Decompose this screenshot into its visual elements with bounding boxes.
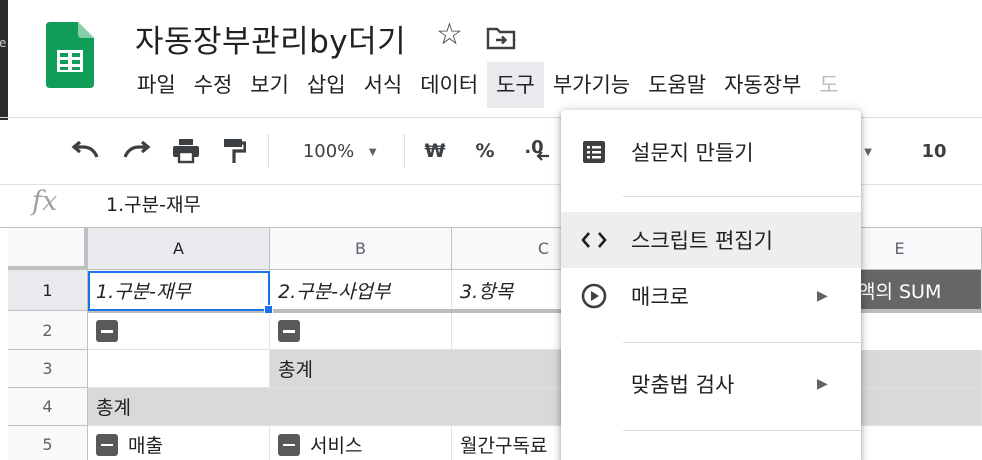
decrease-decimal-button[interactable]: .0 <box>514 118 554 184</box>
window-edge: e <box>0 0 8 120</box>
toolbar-separator <box>268 134 269 168</box>
menu-item-label: 설문지 만들기 <box>631 141 754 165</box>
menu-view[interactable]: 보기 <box>241 62 298 108</box>
move-to-folder-icon[interactable] <box>486 26 516 50</box>
menu-separator <box>623 430 861 431</box>
collapse-group-icon[interactable] <box>96 320 118 342</box>
row-header-5[interactable]: 5 <box>8 426 88 460</box>
cell-a2[interactable] <box>88 313 270 350</box>
menu-item-label: 매크로 <box>631 285 689 309</box>
menu-tools[interactable]: 도구 <box>487 62 544 108</box>
column-header-a[interactable]: A <box>88 228 270 270</box>
fx-icon: fx <box>32 186 58 217</box>
cell-b1[interactable]: 2.구분-사업부 <box>270 270 452 311</box>
menu-addons[interactable]: 부가기능 <box>544 62 639 108</box>
row-header-3[interactable]: 3 <box>8 350 88 388</box>
play-circle-icon <box>581 283 607 309</box>
menu-insert[interactable]: 삽입 <box>298 62 355 108</box>
menu-item-label: 맞춤법 검사 <box>631 373 735 397</box>
menu-item-spellcheck[interactable]: 맞춤법 검사 ▶ <box>561 356 861 412</box>
arrow-left-icon <box>536 152 549 161</box>
fill-handle[interactable] <box>264 305 273 314</box>
menu-data[interactable]: 데이터 <box>411 62 487 108</box>
window-edge-glyph: e <box>0 36 7 50</box>
print-icon[interactable] <box>166 118 206 184</box>
toolbar-separator <box>404 134 405 168</box>
select-all-corner[interactable] <box>8 228 88 270</box>
font-size-input[interactable]: 10 <box>914 118 954 184</box>
currency-format-button[interactable]: ₩ <box>418 118 452 184</box>
submenu-arrow-icon: ▶ <box>817 376 828 392</box>
collapse-group-icon[interactable] <box>96 433 118 456</box>
menu-file[interactable]: 파일 <box>128 62 185 108</box>
row-header-4[interactable]: 4 <box>8 388 88 426</box>
menu-item-script-editor[interactable]: 스크립트 편집기 <box>561 212 861 268</box>
sheets-logo-icon[interactable] <box>46 22 94 88</box>
paint-format-icon[interactable] <box>214 118 254 184</box>
code-icon <box>581 227 607 253</box>
menu-separator <box>623 196 861 197</box>
menu-item-macros[interactable]: 매크로 ▶ <box>561 268 861 324</box>
menu-overflow[interactable]: 도 <box>810 62 847 108</box>
collapse-group-icon[interactable] <box>278 320 300 342</box>
tools-menu: 설문지 만들기 스크립트 편집기 매크로 ▶ 맞춤법 검사 ▶ <box>561 110 861 460</box>
star-icon[interactable]: ☆ <box>436 20 463 50</box>
redo-icon[interactable] <box>116 118 156 184</box>
percent-format-button[interactable]: % <box>468 118 502 184</box>
cell-b5-text: 서비스 <box>310 435 363 457</box>
menu-item-create-form[interactable]: 설문지 만들기 <box>561 124 861 180</box>
selection-border <box>88 271 270 311</box>
cell-a3[interactable] <box>88 350 270 388</box>
zoom-value: 100% <box>302 140 355 162</box>
font-size-value: 10 <box>921 140 947 162</box>
undo-icon[interactable] <box>66 118 106 184</box>
zoom-select[interactable]: 100% ▼ <box>286 118 396 184</box>
cell-a5[interactable]: 매출 <box>88 426 270 460</box>
menu-item-label: 스크립트 편집기 <box>631 229 773 253</box>
percent-symbol: % <box>475 140 495 162</box>
collapse-group-icon[interactable] <box>278 433 300 456</box>
document-title[interactable]: 자동장부관리by더기 <box>135 16 406 61</box>
row-header-1[interactable]: 1 <box>8 270 88 311</box>
menu-bar: 파일 수정 보기 삽입 서식 데이터 도구 부가기능 도움말 자동장부 도 <box>128 62 848 108</box>
menu-auto-ledger[interactable]: 자동장부 <box>715 62 810 108</box>
cell-a5-text: 매출 <box>128 435 163 457</box>
font-caret-icon[interactable]: ▼ <box>858 118 878 184</box>
cell-b2[interactable] <box>270 313 452 350</box>
submenu-arrow-icon: ▶ <box>817 288 828 304</box>
column-header-b[interactable]: B <box>270 228 452 270</box>
menu-separator <box>623 342 861 343</box>
cell-b5[interactable]: 서비스 <box>270 426 452 460</box>
menu-help[interactable]: 도움말 <box>639 62 715 108</box>
formula-input[interactable]: 1.구분-재무 <box>106 190 201 217</box>
menu-format[interactable]: 서식 <box>355 62 412 108</box>
row-header-2[interactable]: 2 <box>8 311 88 350</box>
currency-symbol: ₩ <box>424 140 446 162</box>
menu-edit[interactable]: 수정 <box>185 62 242 108</box>
zoom-caret-icon: ▼ <box>366 143 380 159</box>
form-icon <box>581 139 607 165</box>
